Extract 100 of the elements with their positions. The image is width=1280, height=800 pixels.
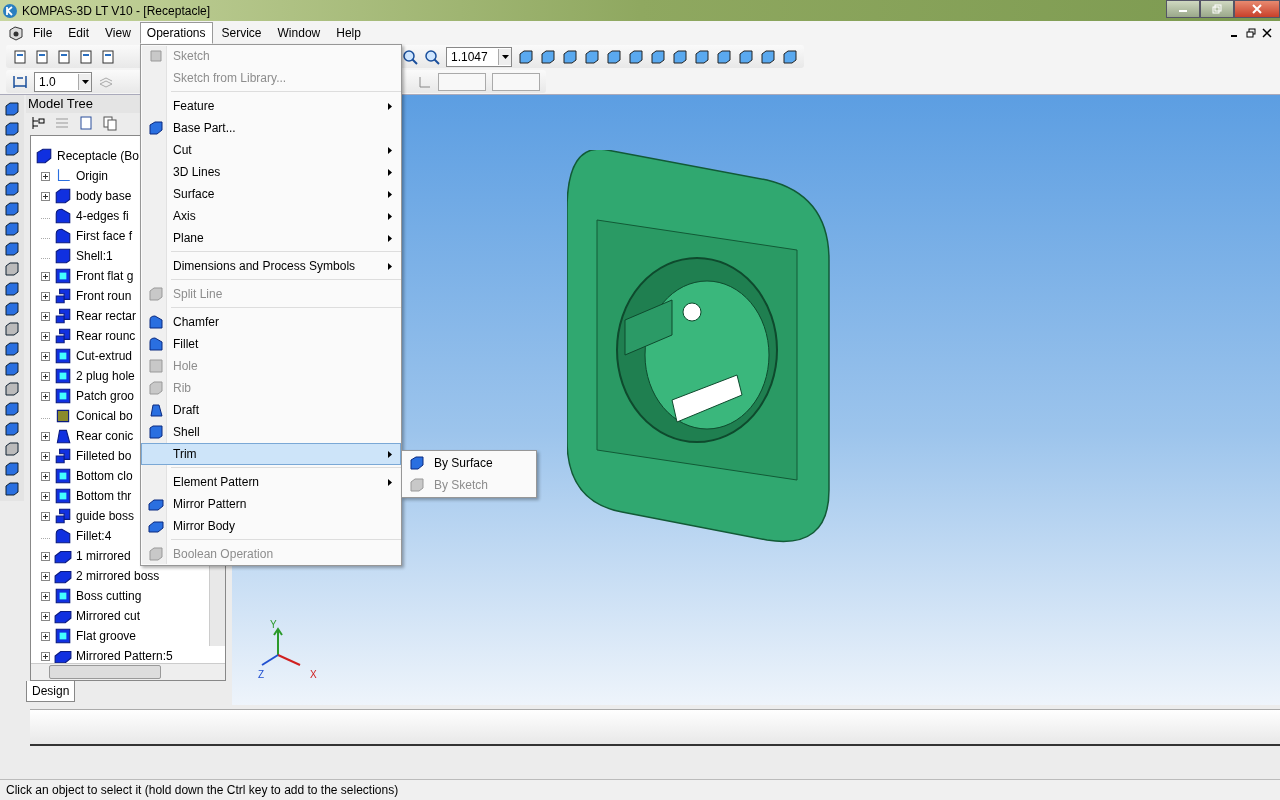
menu-item[interactable]: Cut: [141, 139, 401, 161]
menu-item[interactable]: Base Part...: [141, 117, 401, 139]
tool-icon[interactable]: [4, 461, 20, 477]
tree-item[interactable]: Fillet:4: [76, 529, 112, 543]
menu-item[interactable]: View: [98, 21, 138, 44]
menu-item[interactable]: Axis: [141, 205, 401, 227]
expand-icon[interactable]: [41, 351, 50, 361]
tree-item[interactable]: Boss cutting: [76, 589, 142, 603]
x-coordinate-field[interactable]: [438, 72, 486, 91]
menu-item[interactable]: Draft: [141, 399, 401, 421]
tool-icon[interactable]: [4, 201, 20, 217]
menu-item[interactable]: Surface: [141, 183, 401, 205]
scale-icon[interactable]: [12, 73, 28, 90]
tool-icon[interactable]: [4, 121, 20, 137]
tree-item[interactable]: Rear rounc: [76, 329, 136, 343]
menu-item[interactable]: Window: [270, 21, 328, 44]
tree-item[interactable]: Shell:1: [76, 249, 113, 263]
tree-item[interactable]: Rear rectar: [76, 309, 137, 323]
menu-item[interactable]: Chamfer: [141, 311, 401, 333]
menu-item[interactable]: Mirror Pattern: [141, 493, 401, 515]
expand-icon[interactable]: [41, 611, 50, 621]
tool-icon[interactable]: [4, 141, 20, 157]
tool-icon[interactable]: [4, 401, 20, 417]
tool-icon[interactable]: [4, 301, 20, 317]
scale-dropdown[interactable]: 1.0: [34, 71, 92, 92]
tree-item[interactable]: Flat groove: [76, 629, 137, 643]
horizontal-scrollbar[interactable]: [31, 663, 225, 680]
restore-icon[interactable]: [1246, 27, 1256, 38]
menu-item[interactable]: Element Pattern: [141, 471, 401, 493]
close-icon[interactable]: [1262, 27, 1272, 38]
tree-item[interactable]: Rear conic: [76, 429, 134, 443]
tool-icon[interactable]: [4, 181, 20, 197]
restore-button[interactable]: [1200, 0, 1234, 18]
expand-icon[interactable]: [41, 451, 50, 461]
expand-icon[interactable]: [41, 491, 50, 501]
tree-item[interactable]: Mirrored Pattern:5: [76, 649, 173, 663]
expand-icon[interactable]: [41, 271, 50, 281]
expand-icon[interactable]: [41, 471, 50, 481]
design-tab[interactable]: Design: [26, 681, 76, 702]
expand-icon[interactable]: [41, 391, 50, 401]
expand-icon[interactable]: [41, 171, 50, 181]
tree-item[interactable]: body base: [76, 189, 132, 203]
expand-icon[interactable]: [41, 331, 50, 341]
expand-icon[interactable]: [41, 291, 50, 301]
minimize-button[interactable]: [1166, 0, 1200, 18]
close-button[interactable]: [1234, 0, 1280, 18]
expand-icon[interactable]: [41, 631, 50, 641]
menu-item[interactable]: Service: [214, 21, 269, 44]
tool-icon[interactable]: [4, 221, 20, 237]
tree-item[interactable]: 1 mirrored: [76, 549, 131, 563]
expand-icon[interactable]: [41, 571, 50, 581]
expand-icon[interactable]: [41, 591, 50, 601]
tree-item[interactable]: Front flat g: [76, 269, 134, 283]
tool-icon[interactable]: [4, 321, 20, 337]
menu-item[interactable]: Plane: [141, 227, 401, 249]
tree-item[interactable]: 4-edges fi: [76, 209, 129, 223]
menu-item[interactable]: Shell: [141, 421, 401, 443]
zoom-dropdown[interactable]: 1.1047: [446, 46, 512, 67]
tree-item[interactable]: Receptacle (Bo: [57, 149, 140, 163]
menu-item[interactable]: Mirror Body: [141, 515, 401, 537]
tree-item[interactable]: First face f: [76, 229, 132, 243]
tool-icon[interactable]: [4, 241, 20, 257]
menu-item[interactable]: Dimensions and Process Symbols: [141, 255, 401, 277]
tool-icon[interactable]: [4, 361, 20, 377]
tool-icon[interactable]: [4, 481, 20, 497]
tree-item[interactable]: Front roun: [76, 289, 132, 303]
menu-item[interactable]: 3D Lines: [141, 161, 401, 183]
tree-item[interactable]: 2 plug hole: [76, 369, 135, 383]
y-coordinate-field[interactable]: [492, 72, 540, 91]
tree-item[interactable]: Patch groo: [76, 389, 135, 403]
tree-item[interactable]: Mirrored cut: [76, 609, 140, 623]
tool-icon[interactable]: [4, 341, 20, 357]
menu-item[interactable]: Edit: [61, 21, 97, 44]
menu-item[interactable]: Help: [329, 21, 368, 44]
tree-item[interactable]: guide boss: [76, 509, 135, 523]
expand-icon[interactable]: [41, 371, 50, 381]
tree-item[interactable]: Origin: [76, 169, 108, 183]
tree-item[interactable]: Conical bo: [76, 409, 133, 423]
expand-icon[interactable]: [41, 191, 50, 201]
tree-item[interactable]: 2 mirrored boss: [76, 569, 160, 583]
menu-item[interactable]: Trim: [141, 443, 401, 465]
menu-item[interactable]: File: [26, 21, 60, 44]
tool-icon[interactable]: [4, 441, 20, 457]
tool-icon[interactable]: [4, 101, 20, 117]
expand-icon[interactable]: [41, 551, 50, 561]
tree-item[interactable]: Bottom clo: [76, 469, 133, 483]
menu-item[interactable]: Operations: [139, 21, 213, 44]
tool-icon[interactable]: [4, 381, 20, 397]
expand-icon[interactable]: [41, 431, 50, 441]
tool-icon[interactable]: [4, 421, 20, 437]
expand-icon[interactable]: [41, 311, 50, 321]
new-file-icon[interactable]: [12, 48, 28, 65]
tree-item[interactable]: Cut-extrud: [76, 349, 133, 363]
expand-icon[interactable]: [41, 651, 50, 661]
tool-icon[interactable]: [4, 281, 20, 297]
tool-icon[interactable]: [4, 261, 20, 277]
menu-item[interactable]: By Surface: [402, 452, 536, 474]
tree-item[interactable]: Filleted bo: [76, 449, 132, 463]
tree-icon[interactable]: [30, 115, 46, 131]
menu-item[interactable]: Fillet: [141, 333, 401, 355]
